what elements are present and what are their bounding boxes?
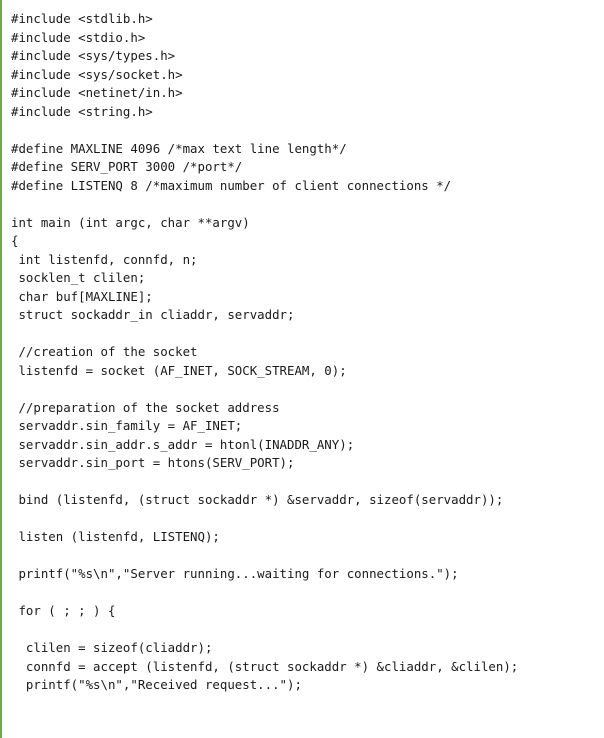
code-line: clilen = sizeof(cliaddr);	[11, 640, 213, 655]
code-line: #include <sys/types.h>	[11, 48, 176, 63]
code-line: socklen_t clilen;	[11, 270, 146, 285]
code-line: printf("%s\n","Server running...waiting …	[11, 566, 459, 581]
code-line: #include <string.h>	[11, 103, 153, 119]
code-line: connfd = accept (listenfd, (struct socka…	[11, 658, 519, 674]
code-line: int listenfd, connfd, n;	[11, 251, 198, 267]
code-line: #define LISTENQ 8 /*maximum number of cl…	[11, 177, 452, 193]
code-line: bind (listenfd, (struct sockaddr *) &ser…	[11, 492, 504, 507]
code-line: for ( ; ; ) {	[11, 603, 116, 618]
code-line: //preparation of the socket address	[11, 399, 280, 415]
code-line: listenfd = socket (AF_INET, SOCK_STREAM,…	[11, 362, 347, 378]
code-line: #include <stdio.h>	[11, 29, 146, 45]
code-line: listen (listenfd, LISTENQ);	[11, 529, 220, 544]
code-line: char buf[MAXLINE];	[11, 288, 153, 304]
code-line: servaddr.sin_port = htons(SERV_PORT);	[11, 455, 295, 470]
code-line: #define MAXLINE 4096 /*max text line len…	[11, 140, 347, 156]
code-line: #define SERV_PORT 3000 /*port*/	[11, 159, 243, 174]
code-line: servaddr.sin_addr.s_addr = htonl(INADDR_…	[11, 436, 355, 452]
code-line: #include <stdlib.h>	[11, 11, 153, 26]
code-editor-panel[interactable]: #include <stdlib.h> #include <stdio.h> #…	[0, 0, 604, 738]
code-line: #include <sys/socket.h>	[11, 66, 183, 82]
code-line: struct sockaddr_in cliaddr, servaddr;	[11, 307, 295, 322]
code-line: printf("%s\n","Received request...");	[11, 677, 302, 692]
code-line: servaddr.sin_family = AF_INET;	[11, 418, 243, 433]
code-line: //creation of the socket	[11, 344, 198, 359]
code-line: #include <netinet/in.h>	[11, 85, 183, 100]
code-line: {	[11, 233, 19, 248]
code-line: int main (int argc, char **argv)	[11, 214, 250, 230]
code-lines: #include <stdlib.h> #include <stdio.h> #…	[2, 0, 604, 695]
